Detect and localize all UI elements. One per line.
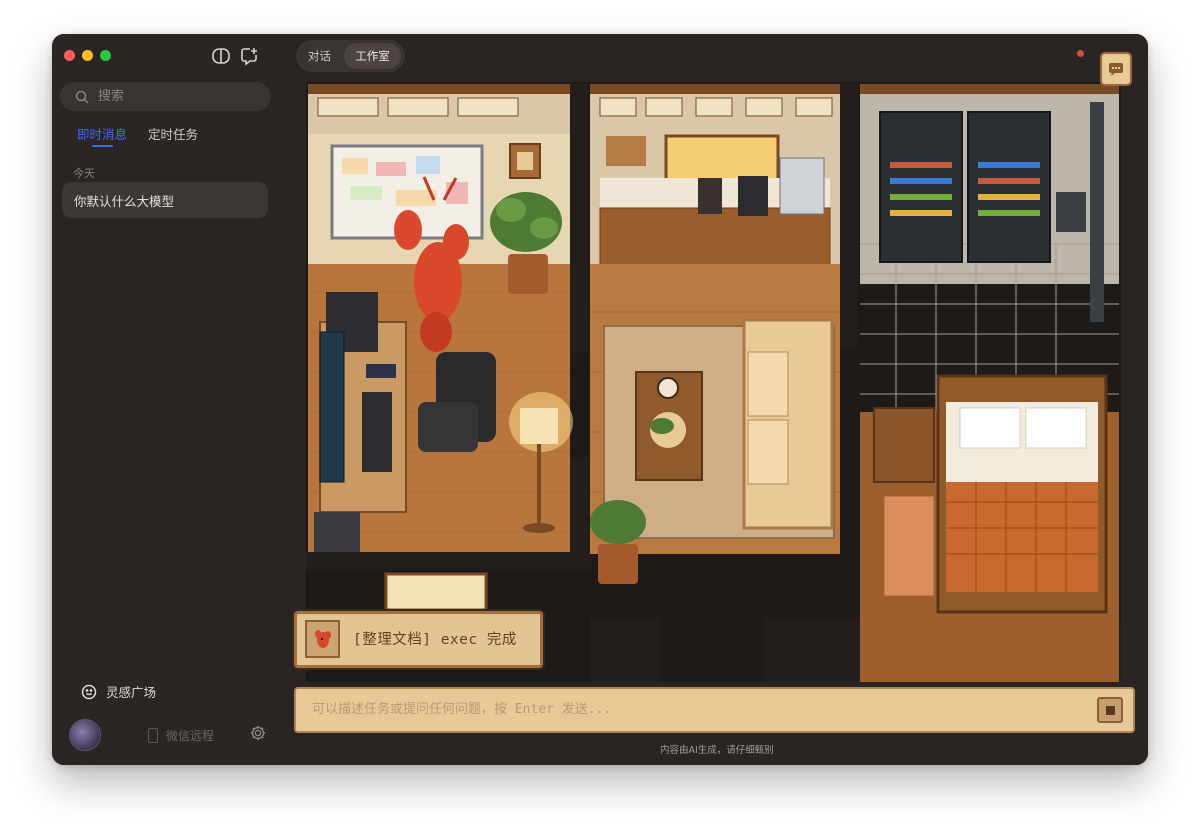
task-status-toast: [整理文档] exec 完成 — [294, 611, 543, 668]
app-window: 即时消息 定时任务 今天 你默认什么大模型 灵感广场 微信远程 对话 工作室 — [52, 34, 1148, 765]
active-tab-indicator — [92, 145, 113, 147]
search-box[interactable] — [60, 82, 271, 111]
tab-instant-messages[interactable]: 即时消息 — [77, 124, 127, 143]
smile-face-icon — [81, 684, 97, 699]
tab-chat[interactable]: 对话 — [308, 48, 331, 64]
inspiration-label: 灵感广场 — [106, 685, 157, 700]
chat-bubble-icon — [1109, 63, 1123, 76]
chat-bubble-button[interactable] — [1100, 52, 1132, 86]
maximize-window-button[interactable] — [100, 50, 111, 61]
avatar[interactable] — [69, 719, 101, 751]
view-segmented-control: 对话 工作室 — [296, 40, 405, 72]
phone-icon — [148, 728, 158, 743]
close-window-button[interactable] — [64, 50, 75, 61]
chat-list-item[interactable]: 你默认什么大模型 — [62, 182, 268, 218]
tab-studio[interactable]: 工作室 — [344, 43, 401, 69]
search-icon — [74, 89, 90, 105]
chat-title: 你默认什么大模型 — [74, 193, 175, 209]
section-label-today: 今天 — [73, 167, 95, 180]
inspiration-square-link[interactable]: 灵感广场 — [80, 682, 156, 701]
sidebar-toggle-icon[interactable] — [210, 45, 232, 67]
main-area: 对话 工作室 [整理文档] exec 完成 可以描述任务或提问任何问题，按 En… — [280, 34, 1148, 765]
prompt-input[interactable] — [310, 701, 1074, 718]
notification-dot — [1077, 50, 1084, 57]
lobster-icon — [305, 620, 340, 658]
search-input[interactable] — [96, 88, 260, 105]
stop-icon — [1105, 705, 1115, 715]
pixel-studio-scene — [306, 82, 1121, 682]
gear-icon[interactable] — [249, 724, 267, 742]
sidebar: 即时消息 定时任务 今天 你默认什么大模型 灵感广场 微信远程 — [52, 34, 280, 765]
minimize-window-button[interactable] — [82, 50, 93, 61]
tab-scheduled-tasks[interactable]: 定时任务 — [148, 124, 198, 143]
new-chat-icon[interactable] — [238, 45, 260, 67]
toast-text: [整理文档] exec 完成 — [353, 632, 517, 648]
stop-button[interactable] — [1097, 697, 1123, 723]
studio-room-illustration — [306, 82, 1121, 682]
prompt-box — [294, 687, 1135, 733]
wechat-remote-label: 微信远程 — [166, 729, 215, 743]
ai-disclaimer: 内容由AI生成，请仔细甄别 — [660, 745, 774, 756]
wechat-remote-button[interactable]: 微信远程 — [148, 727, 214, 744]
